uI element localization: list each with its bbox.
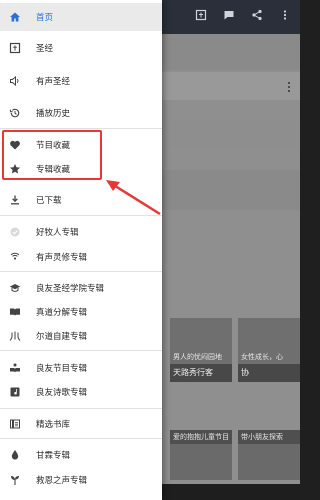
drawer-item-label: 节目收藏: [36, 141, 71, 151]
message-icon[interactable]: [222, 8, 236, 22]
bible-icon[interactable]: [194, 8, 208, 22]
drawer-item-label: 好牧人专辑: [36, 228, 79, 238]
share-icon[interactable]: [250, 8, 264, 22]
speaker-icon: [8, 74, 22, 88]
radio-icon: [8, 250, 22, 264]
content-panel: [162, 120, 300, 148]
drawer-item-devotional[interactable]: 有声灵修专辑: [0, 243, 162, 271]
thumbnail-subcaption: 男人的忧闷园地: [173, 353, 222, 361]
divider: [0, 271, 162, 272]
program-thumbnail[interactable]: 女性成长，心 协: [238, 318, 300, 382]
drawer-item-home[interactable]: 首页: [0, 3, 162, 31]
music-icon: [8, 385, 22, 399]
drawer-item-good-shepherd[interactable]: 好牧人专辑: [0, 218, 162, 246]
divider: [0, 408, 162, 409]
drawer-item-label: 已下载: [36, 196, 62, 206]
reader-icon: [8, 361, 22, 375]
star-icon: [8, 162, 22, 176]
program-thumbnail[interactable]: 男人的忧闷园地 天路秀行客: [170, 318, 232, 382]
overflow-icon: [286, 82, 292, 96]
content-panel: [162, 34, 300, 70]
content-panel: [162, 170, 300, 210]
drawer-item-label: 救恩之声专辑: [36, 476, 88, 486]
script-icon: [8, 329, 22, 343]
bottom-bar: [162, 484, 300, 500]
thumbnail-caption: 天路秀行客: [170, 364, 232, 382]
drawer-item-library[interactable]: 精选书库: [0, 410, 162, 438]
drawer-item-label: 精选书库: [36, 420, 71, 430]
drawer-item-downloaded[interactable]: 已下载: [0, 186, 162, 214]
drawer-item-label: 甘霖专辑: [36, 451, 71, 461]
home-icon: [8, 10, 22, 24]
library-icon: [8, 417, 22, 431]
drawer-item-bible[interactable]: 圣经: [0, 34, 162, 62]
divider: [0, 128, 162, 129]
drawer-item-label: 有声圣经: [36, 77, 71, 87]
thumbnail-subcaption: 女性成长，心: [241, 353, 283, 361]
drawer-item-label: 首页: [36, 13, 54, 23]
drawer-item-label: 专辑收藏: [36, 165, 71, 175]
book-icon: [8, 41, 22, 55]
graduation-cap-icon: [8, 281, 22, 295]
program-thumbnail[interactable]: 爱的抱抱儿童节目: [170, 430, 232, 480]
download-icon: [8, 193, 22, 207]
drawer-item-label: 真道分解专辑: [36, 308, 88, 318]
drawer-item-voice-of-salvation[interactable]: 救恩之声专辑: [0, 466, 162, 494]
history-icon: [8, 106, 22, 120]
more-icon[interactable]: [278, 8, 292, 22]
drawer-item-label: 尔道自建专辑: [36, 332, 88, 342]
sprout-icon: [8, 473, 22, 487]
drawer-item-album-favorites[interactable]: 专辑收藏: [0, 155, 162, 183]
content-panel: [162, 72, 300, 100]
drop-icon: [8, 448, 22, 462]
navigation-drawer: 首页 圣经 有声圣经 播放历史 节目收藏 专辑收藏 已下载 好牧人专辑 有声灵修…: [0, 0, 162, 500]
divider: [0, 350, 162, 351]
drawer-item-sweet-rain[interactable]: 甘霖专辑: [0, 441, 162, 469]
drawer-item-custom-albums[interactable]: 尔道自建专辑: [0, 322, 162, 350]
shepherd-icon: [8, 225, 22, 239]
program-thumbnail[interactable]: 带小朋友探索: [238, 430, 300, 480]
drawer-item-label: 有声灵修专辑: [36, 253, 88, 263]
open-book-icon: [8, 305, 22, 319]
drawer-item-label: 良友诗歌专辑: [36, 388, 88, 398]
thumbnail-caption: 协: [238, 364, 300, 382]
heart-icon: [8, 138, 22, 152]
divider: [0, 215, 162, 216]
thumbnail-caption: 带小朋友探索: [238, 430, 300, 444]
drawer-item-label: 圣经: [36, 44, 54, 54]
drawer-item-audio-bible[interactable]: 有声圣经: [0, 67, 162, 95]
drawer-item-label: 良友圣经学院专辑: [36, 284, 105, 294]
divider: [0, 438, 162, 439]
drawer-item-label: 播放历史: [36, 109, 71, 119]
thumbnail-caption: 爱的抱抱儿童节目: [170, 430, 232, 444]
drawer-item-history[interactable]: 播放历史: [0, 99, 162, 127]
drawer-item-hymn-albums[interactable]: 良友诗歌专辑: [0, 378, 162, 406]
drawer-item-label: 良友节目专辑: [36, 364, 88, 374]
